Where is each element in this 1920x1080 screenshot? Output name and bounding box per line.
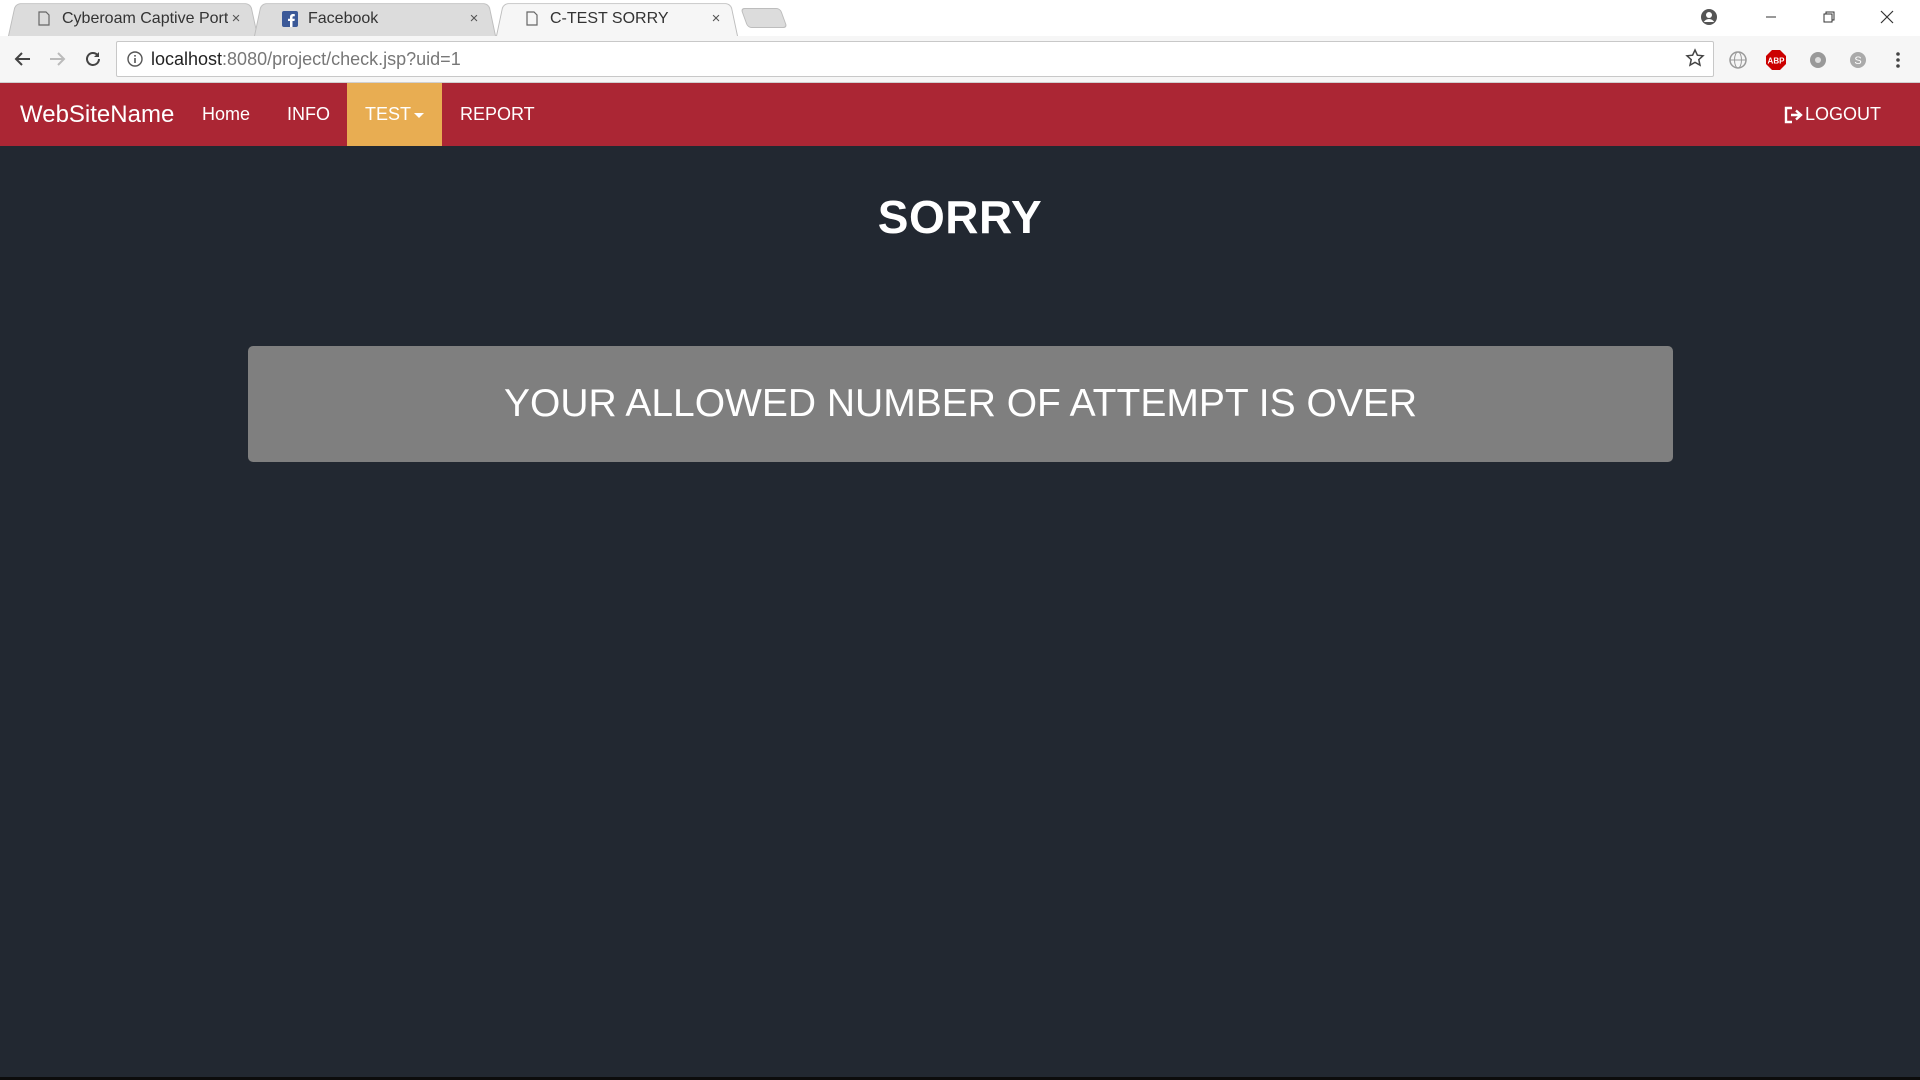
- close-window-icon[interactable]: [1858, 0, 1916, 34]
- back-arrow-icon[interactable]: [10, 46, 36, 72]
- address-bar[interactable]: localhost:8080/project/check.jsp?uid=1: [116, 41, 1714, 77]
- extension-icon[interactable]: [1806, 48, 1830, 72]
- tab-facebook[interactable]: Facebook ×: [254, 1, 496, 36]
- alert-message: YOUR ALLOWED NUMBER OF ATTEMPT IS OVER: [503, 382, 1418, 425]
- logout-icon: [1784, 106, 1803, 123]
- page-icon: [36, 11, 52, 27]
- adblock-label: ABP: [1768, 57, 1786, 66]
- logout-label: LOGOUT: [1804, 104, 1881, 124]
- url-path: :8080/project/check.jsp?uid=1: [222, 48, 461, 69]
- bookmark-star-icon[interactable]: [1685, 48, 1705, 73]
- tab-title: Facebook: [308, 9, 379, 27]
- close-icon[interactable]: ×: [228, 10, 244, 27]
- new-tab-button[interactable]: [740, 8, 788, 28]
- tab-ctest-sorry[interactable]: C-TEST SORRY ×: [496, 1, 738, 36]
- tab-cyberoam[interactable]: Cyberoam Captive Portal ×: [8, 1, 258, 36]
- browser-toolbar: localhost:8080/project/check.jsp?uid=1 A…: [0, 36, 1920, 83]
- globe-icon[interactable]: [1726, 48, 1750, 72]
- close-icon[interactable]: ×: [466, 10, 482, 27]
- nav-home[interactable]: Home: [184, 83, 268, 146]
- profile-icon[interactable]: [1680, 0, 1738, 34]
- reload-icon[interactable]: [80, 46, 106, 72]
- forward-arrow-icon[interactable]: [44, 46, 70, 72]
- nav-test-dropdown[interactable]: TEST: [347, 83, 443, 146]
- page-icon: [524, 11, 540, 27]
- url-host: localhost: [151, 48, 223, 69]
- tab-strip: Cyberoam Captive Portal × Facebook × C-T…: [0, 0, 1920, 36]
- restore-icon[interactable]: [1800, 0, 1858, 34]
- attempt-over-alert: YOUR ALLOWED NUMBER OF ATTEMPT IS OVER: [248, 346, 1673, 462]
- menu-icon[interactable]: [1886, 48, 1910, 72]
- svg-text:S: S: [1854, 55, 1861, 67]
- skype-icon[interactable]: S: [1846, 48, 1870, 72]
- nav-report[interactable]: REPORT: [442, 83, 553, 146]
- tab-title: Cyberoam Captive Portal: [62, 9, 228, 27]
- close-icon[interactable]: ×: [708, 10, 724, 27]
- nav-test-label: TEST: [365, 104, 412, 124]
- facebook-icon: [282, 10, 298, 27]
- brand-link[interactable]: WebSiteName: [20, 83, 174, 146]
- tab-title: C-TEST SORRY: [550, 9, 669, 27]
- adblock-icon[interactable]: ABP: [1764, 48, 1788, 72]
- minimize-icon[interactable]: [1742, 0, 1800, 34]
- site-navbar: WebSiteName Home INFO TEST REPORT LOGOUT: [0, 83, 1920, 146]
- caret-down-icon: [414, 112, 425, 118]
- info-icon[interactable]: [125, 49, 145, 69]
- logout-button[interactable]: LOGOUT: [1783, 83, 1881, 146]
- page-title: SORRY: [877, 191, 1043, 243]
- nav-info[interactable]: INFO: [269, 83, 348, 146]
